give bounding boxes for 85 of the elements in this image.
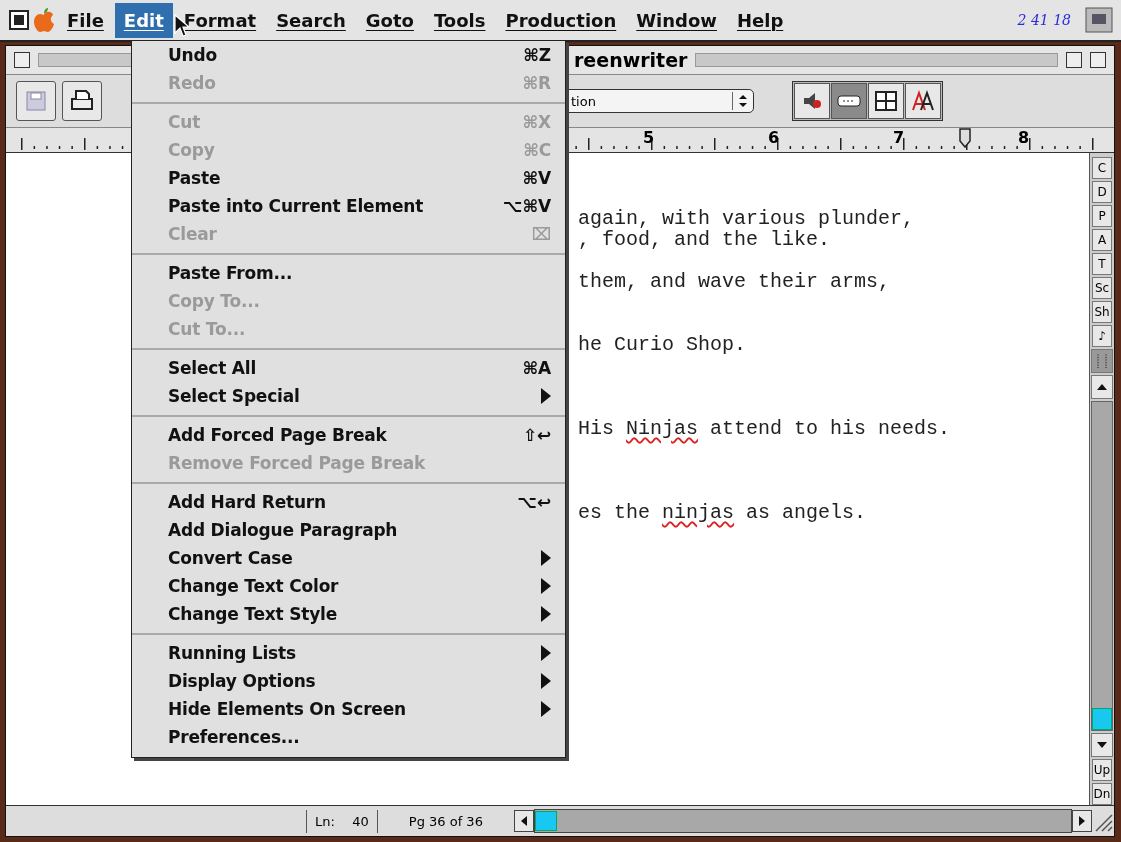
element-button[interactable]: Sc: [1092, 277, 1112, 299]
scroll-down-button[interactable]: [1091, 733, 1113, 757]
script-line: he Curio Shop.: [578, 334, 748, 355]
scroll-left-button[interactable]: [513, 810, 534, 832]
collapse-box[interactable]: [1090, 52, 1106, 68]
speaker-view-button[interactable]: [794, 83, 830, 119]
submenu-arrow-icon: [541, 550, 551, 566]
grid-icon: [875, 91, 897, 111]
window-title: reenwriter: [574, 49, 688, 71]
menu-item[interactable]: Convert Case: [132, 544, 565, 572]
script-line: them, and wave their arms,: [578, 271, 892, 292]
menu-item[interactable]: Display Options: [132, 667, 565, 695]
zoom-box[interactable]: [1066, 52, 1082, 68]
submenu-arrow-icon: [541, 578, 551, 594]
up-arrow-icon: [1097, 384, 1107, 390]
right-arrow-icon: [1079, 816, 1085, 826]
ruler-number: 5: [643, 128, 655, 147]
script-line: es the ninjas as angels.: [578, 502, 868, 523]
page-button[interactable]: Up: [1092, 759, 1112, 781]
menu-item[interactable]: Running Lists: [132, 639, 565, 667]
menu-item[interactable]: Paste From...: [132, 259, 565, 287]
stepper-arrows-icon: [739, 95, 747, 107]
font-size-icon: [911, 90, 935, 112]
menu-bar-item[interactable]: Window: [627, 2, 726, 38]
menu-item[interactable]: Preferences...: [132, 723, 565, 751]
menu-item[interactable]: Change Text Color: [132, 572, 565, 600]
ruler-number: 8: [1018, 128, 1030, 147]
line-view-button[interactable]: [831, 83, 867, 119]
menu-item[interactable]: Undo ⌘Z: [132, 41, 565, 69]
line-label: Ln:: [306, 809, 343, 833]
element-button[interactable]: Sh: [1092, 301, 1112, 323]
close-box[interactable]: [14, 52, 30, 68]
menu-item[interactable]: Paste ⌘V: [132, 164, 565, 192]
menu-item[interactable]: Select Special: [132, 382, 565, 410]
menu-item[interactable]: Add Dialogue Paragraph: [132, 516, 565, 544]
script-line: His Ninjas attend to his needs.: [578, 418, 952, 439]
menu-item[interactable]: Add Forced Page Break ⇧↩: [132, 421, 565, 449]
dotted-button[interactable]: [1091, 349, 1113, 373]
print-button[interactable]: [62, 81, 102, 121]
scroll-up-button[interactable]: [1091, 375, 1113, 399]
menu-bar-item[interactable]: Goto: [356, 2, 423, 38]
submenu-arrow-icon: [541, 701, 551, 717]
ellipsis-icon: [837, 95, 861, 107]
clock: 2 41 18: [1016, 12, 1072, 28]
menu-bar-item[interactable]: File: [58, 2, 113, 38]
menu-item[interactable]: Hide Elements On Screen: [132, 695, 565, 723]
page-button[interactable]: Dn: [1092, 783, 1112, 805]
element-button[interactable]: ♪: [1092, 325, 1112, 347]
menu-bar-item[interactable]: Tools: [424, 2, 495, 38]
down-arrow-icon: [1097, 742, 1107, 748]
speaker-icon: [801, 91, 823, 111]
element-button[interactable]: P: [1092, 205, 1112, 227]
line-number: 40: [351, 812, 370, 831]
element-button[interactable]: C: [1092, 157, 1112, 179]
ruler-number: 6: [768, 128, 780, 147]
grid-view-button[interactable]: [868, 83, 904, 119]
horizontal-scrollbar[interactable]: [533, 809, 1072, 833]
font-view-button[interactable]: [905, 83, 941, 119]
vertical-scrollbar[interactable]: [1091, 401, 1113, 731]
menu-bar-item[interactable]: Production: [496, 2, 626, 38]
submenu-arrow-icon: [541, 673, 551, 689]
submenu-arrow-icon: [541, 645, 551, 661]
tab-marker-icon[interactable]: [959, 128, 971, 148]
page-indicator: Pg 36 of 36: [376, 809, 514, 833]
element-button[interactable]: A: [1092, 229, 1112, 251]
menu-item[interactable]: Change Text Style: [132, 600, 565, 628]
save-button[interactable]: [16, 81, 56, 121]
menu-item[interactable]: Select All ⌘A: [132, 354, 565, 382]
dotted-lines-icon: [1096, 353, 1108, 369]
menu-bar-item[interactable]: Search: [267, 2, 355, 38]
element-button[interactable]: D: [1092, 181, 1112, 203]
submenu-arrow-icon: [541, 388, 551, 404]
script-line: again, with various plunder,: [578, 208, 916, 229]
app-icon[interactable]: [8, 9, 30, 31]
submenu-arrow-icon: [541, 606, 551, 622]
scroll-right-button[interactable]: [1072, 810, 1092, 832]
menu-bar-item[interactable]: Help: [727, 2, 793, 38]
menu-item[interactable]: Paste into Current Element ⌥⌘V: [132, 192, 565, 220]
menu-item[interactable]: Add Hard Return ⌥↩: [132, 488, 565, 516]
element-button[interactable]: T: [1092, 253, 1112, 275]
application-menu-icon[interactable]: [1085, 7, 1113, 33]
left-arrow-icon: [520, 816, 527, 826]
menu-bar-item[interactable]: Edit: [114, 2, 173, 38]
script-line: , food, and the like.: [578, 229, 832, 250]
ruler-number: 7: [893, 128, 905, 147]
